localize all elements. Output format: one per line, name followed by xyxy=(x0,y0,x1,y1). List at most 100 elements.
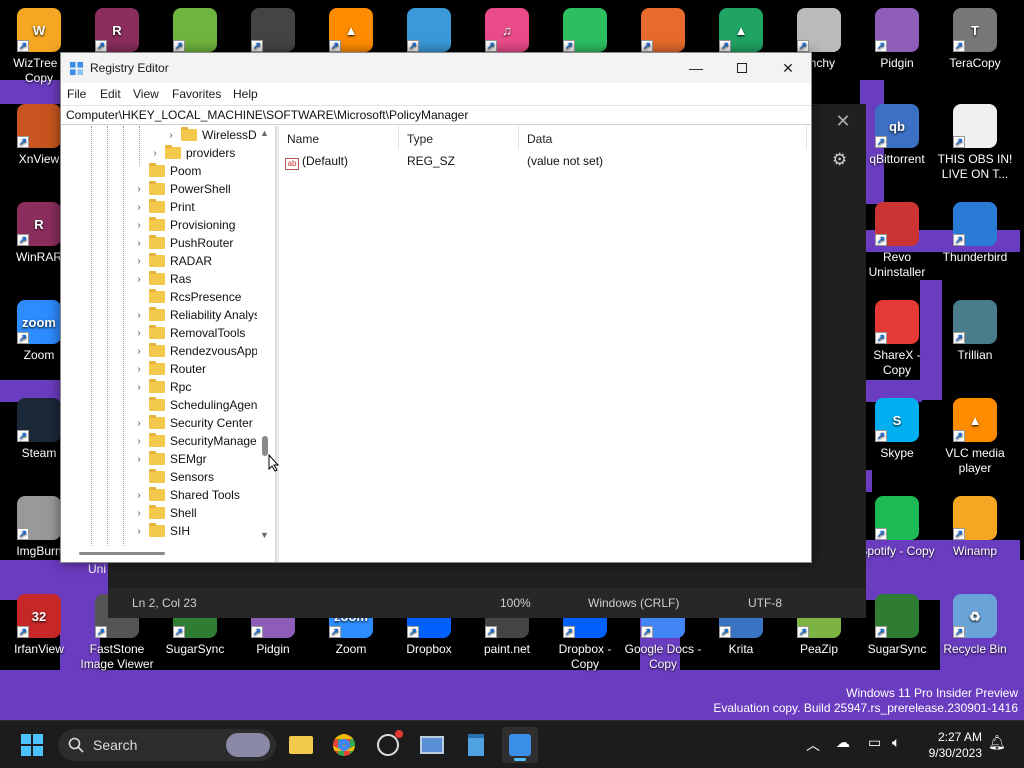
tree-node[interactable]: › Shared Tools xyxy=(133,486,240,504)
expand-chevron-icon[interactable]: › xyxy=(133,202,145,213)
expand-chevron-icon[interactable]: › xyxy=(133,526,145,537)
expand-chevron-icon[interactable]: › xyxy=(133,220,145,231)
desktop-icon[interactable]: ↗ xyxy=(156,8,234,56)
hscroll-thumb[interactable] xyxy=(79,552,165,555)
notification-bell-icon[interactable]: 🔔︎ xyxy=(988,734,1006,751)
title-bar[interactable]: Registry Editor — ✕ xyxy=(61,53,811,83)
desktop-icon[interactable]: 32 ↗ IrfanView xyxy=(0,594,78,657)
tree-node[interactable]: › Provisioning xyxy=(133,216,235,234)
menu-view[interactable]: View xyxy=(133,87,159,101)
column-header-type[interactable]: Type xyxy=(399,126,519,150)
column-header-data[interactable]: Data xyxy=(519,126,807,150)
menu-file[interactable]: File xyxy=(67,87,86,101)
expand-chevron-icon[interactable]: › xyxy=(149,148,161,159)
clock[interactable]: 2:27 AM 9/30/2023 xyxy=(916,729,982,761)
expand-chevron-icon[interactable]: › xyxy=(133,418,145,429)
tree-node[interactable]: › RemovalTools xyxy=(133,324,245,342)
expand-chevron-icon[interactable]: › xyxy=(133,274,145,285)
tree-node[interactable]: › Security Center xyxy=(133,414,253,432)
column-header-name[interactable]: Name xyxy=(279,126,399,150)
expand-chevron-icon[interactable]: › xyxy=(133,328,145,339)
tree-node[interactable]: › Reliability Analys xyxy=(133,306,260,324)
tree-node[interactable]: › SEMgr xyxy=(133,450,207,468)
tree-node[interactable]: RcsPresence xyxy=(133,288,241,306)
tree-node[interactable]: › RADAR xyxy=(133,252,212,270)
desktop-icon[interactable]: ↗ xyxy=(234,8,312,56)
tree-node[interactable]: › SIH xyxy=(133,522,190,540)
menu-favorites[interactable]: Favorites xyxy=(172,87,221,101)
desktop-icon[interactable]: ▲ ↗ VLC media player xyxy=(936,398,1014,476)
onedrive-icon[interactable]: ☁ xyxy=(836,734,850,751)
key-tree[interactable]: › WirelessDis › providers Poom › PowerShell › Pr… xyxy=(61,126,275,562)
desktop-icon[interactable]: ▲ ↗ xyxy=(312,8,390,56)
tree-node[interactable]: › Print xyxy=(133,198,195,216)
scroll-thumb[interactable] xyxy=(262,436,268,456)
desktop-icon[interactable]: ↗ Pidgin xyxy=(858,8,936,71)
desktop-icon[interactable]: S ↗ Skype xyxy=(858,398,936,461)
taskbar-photos[interactable] xyxy=(414,727,450,763)
expand-chevron-icon[interactable]: › xyxy=(133,184,145,195)
desktop-icon[interactable]: ♫ ↗ xyxy=(468,8,546,56)
tree-node[interactable]: Poom xyxy=(133,162,201,180)
taskbar-search-box[interactable]: Search xyxy=(58,729,276,761)
expand-chevron-icon[interactable]: › xyxy=(133,364,145,375)
tree-node[interactable]: › PushRouter xyxy=(133,234,233,252)
desktop-icon[interactable]: ↗ Revo Uninstaller xyxy=(858,202,936,280)
taskbar-file-explorer[interactable] xyxy=(283,727,319,763)
tree-node[interactable]: › Rpc xyxy=(133,378,191,396)
taskbar-notepad[interactable] xyxy=(458,727,494,763)
menu-edit[interactable]: Edit xyxy=(100,87,121,101)
values-list[interactable]: Name Type Data ab (Default) REG_SZ (value… xyxy=(279,126,811,562)
minimize-button[interactable]: — xyxy=(673,53,719,83)
taskbar-chrome[interactable] xyxy=(326,727,362,763)
volume-icon[interactable]: 🔈︎ xyxy=(892,734,900,751)
desktop-icon[interactable]: ↗ xyxy=(546,8,624,56)
tree-node[interactable]: › RendezvousApps xyxy=(133,342,264,360)
desktop-icon[interactable]: ♻ ↗ Recycle Bin xyxy=(936,594,1014,657)
address-bar[interactable]: Computer\HKEY_LOCAL_MACHINE\SOFTWARE\Mic… xyxy=(61,105,811,125)
tree-node[interactable]: › SecurityManager xyxy=(133,432,261,450)
close-button[interactable]: ✕ xyxy=(765,53,811,83)
tree-node[interactable]: Sensors xyxy=(133,468,214,486)
taskbar-regedit[interactable] xyxy=(502,727,538,763)
tree-horizontal-scrollbar[interactable] xyxy=(61,546,275,562)
expand-chevron-icon[interactable]: › xyxy=(133,436,145,447)
menu-help[interactable]: Help xyxy=(233,87,258,101)
tree-node[interactable]: › WirelessDis xyxy=(165,126,265,144)
tree-node[interactable]: SchedulingAgent xyxy=(133,396,261,414)
desktop-icon[interactable]: ↗ THIS OBS IN! LIVE ON T... xyxy=(936,104,1014,182)
tree-node[interactable]: › providers xyxy=(149,144,235,162)
desktop-icon[interactable]: qb ↗ qBittorrent xyxy=(858,104,936,167)
desktop-icon[interactable]: T ↗ TeraCopy xyxy=(936,8,1014,71)
desktop-icon[interactable]: ↗ Thunderbird xyxy=(936,202,1014,265)
expand-chevron-icon[interactable]: › xyxy=(133,508,145,519)
start-button[interactable] xyxy=(14,727,50,763)
status-line-ending[interactable]: Windows (CRLF) xyxy=(588,596,679,610)
tree-node[interactable]: › Ras xyxy=(133,270,191,288)
desktop-icon[interactable]: ↗ Winamp xyxy=(936,496,1014,559)
expand-chevron-icon[interactable]: › xyxy=(165,130,177,141)
expand-chevron-icon[interactable]: › xyxy=(133,310,145,321)
desktop-icon[interactable]: ↗ xyxy=(390,8,468,56)
expand-chevron-icon[interactable]: › xyxy=(133,382,145,393)
tree-vertical-scrollbar[interactable]: ▲ ▼ xyxy=(257,126,273,544)
show-hidden-icons-chevron-icon[interactable]: ︿ xyxy=(806,735,820,755)
desktop-icon[interactable]: ↗ SugarSync xyxy=(858,594,936,657)
expand-chevron-icon[interactable]: › xyxy=(133,490,145,501)
value-row-name[interactable]: ab (Default) xyxy=(285,154,348,170)
notepad-close-tab-icon[interactable]: ✕ xyxy=(830,108,856,134)
tree-node[interactable]: › Router xyxy=(133,360,206,378)
expand-chevron-icon[interactable]: › xyxy=(133,346,145,357)
desktop-icon[interactable]: ▲ ↗ xyxy=(702,8,780,56)
scroll-up-icon[interactable]: ▲ xyxy=(260,128,269,138)
status-zoom[interactable]: 100% xyxy=(500,596,531,610)
expand-chevron-icon[interactable]: › xyxy=(133,256,145,267)
tree-node[interactable]: › PowerShell xyxy=(133,180,231,198)
scroll-down-icon[interactable]: ▼ xyxy=(260,530,269,540)
expand-chevron-icon[interactable]: › xyxy=(133,454,145,465)
desktop-icon[interactable]: ↗ Spotify - Copy xyxy=(858,496,936,559)
network-icon[interactable]: ▭ xyxy=(868,734,881,751)
tree-node[interactable]: › Shell xyxy=(133,504,197,522)
desktop-icon[interactable]: ↗ Trillian xyxy=(936,300,1014,363)
taskbar-obs[interactable] xyxy=(370,727,406,763)
